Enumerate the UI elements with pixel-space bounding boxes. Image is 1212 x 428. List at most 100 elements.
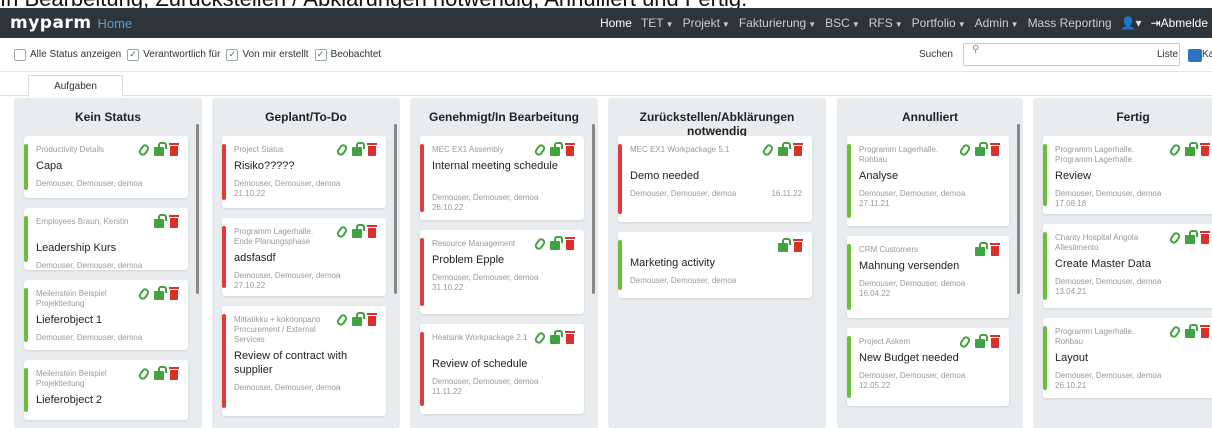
paperclip-icon[interactable] xyxy=(1168,324,1182,340)
paperclip-icon[interactable] xyxy=(533,142,547,158)
paperclip-icon[interactable] xyxy=(958,334,972,350)
card-title[interactable]: Review xyxy=(1055,169,1205,183)
task-card[interactable]: Employees Braun, Kerstin Leadership Kurs D… xyxy=(24,208,188,270)
card-title[interactable]: Review of contract with supplier xyxy=(234,349,384,377)
trash-icon[interactable] xyxy=(169,215,179,228)
nav-item-portfolio[interactable]: Portfolio ▼ xyxy=(912,16,966,30)
tab-aufgaben[interactable]: Aufgaben xyxy=(28,75,123,97)
card-title[interactable]: Create Master Data xyxy=(1055,257,1205,271)
trash-icon[interactable] xyxy=(169,367,179,380)
paperclip-icon[interactable] xyxy=(761,142,775,158)
card-title[interactable]: Marketing activity xyxy=(630,256,780,270)
unlock-icon[interactable] xyxy=(154,286,167,300)
card-title[interactable]: Capa xyxy=(36,159,186,173)
unlock-icon[interactable] xyxy=(154,142,167,156)
task-card[interactable]: Meilenstein Beispiel Projektleitung Liefe… xyxy=(24,360,188,420)
nav-item-home[interactable]: Home xyxy=(600,16,632,30)
card-title[interactable]: Lieferobject 2 xyxy=(36,393,186,407)
trash-icon[interactable] xyxy=(793,143,803,156)
paperclip-icon[interactable] xyxy=(137,142,151,158)
trash-icon[interactable] xyxy=(1200,231,1210,244)
checkbox-observed[interactable]: ✓ xyxy=(314,48,327,61)
task-card[interactable]: Productivity Details Capa Demouser, Demous… xyxy=(24,136,188,198)
unlock-icon[interactable] xyxy=(778,238,791,252)
app-logo[interactable]: myparm xyxy=(0,13,92,33)
unlock-icon[interactable] xyxy=(550,236,563,250)
paperclip-icon[interactable] xyxy=(137,366,151,382)
card-title[interactable]: Analyse xyxy=(859,169,1009,183)
unlock-icon[interactable] xyxy=(154,214,167,228)
unlock-icon[interactable] xyxy=(352,312,365,326)
trash-icon[interactable] xyxy=(990,243,1000,256)
logout-button[interactable]: ⇥Abmelde xyxy=(1151,16,1208,30)
unlock-icon[interactable] xyxy=(352,142,365,156)
checkbox-created-by-me[interactable]: ✓ xyxy=(226,48,239,61)
task-card[interactable]: Programm Lagerhalle. Rohbau Layout Demouse… xyxy=(1043,318,1212,398)
column-scrollbar[interactable] xyxy=(394,124,397,294)
task-card[interactable]: Project Askem New Budget needed Demouser, … xyxy=(847,328,1009,406)
paperclip-icon[interactable] xyxy=(533,330,547,346)
task-card[interactable]: Charity Hospital Angola Allestimento Crea… xyxy=(1043,224,1212,308)
trash-icon[interactable] xyxy=(367,225,377,238)
task-card[interactable]: Marketing activity Demouser, Demouser, de… xyxy=(618,232,812,298)
nav-item-rfs[interactable]: RFS ▼ xyxy=(869,16,903,30)
card-title[interactable]: New Budget needed xyxy=(859,351,1009,365)
filter-created-by-me[interactable]: ✓ Von mir erstellt xyxy=(226,48,309,61)
task-card[interactable]: Programm Lagerhalle. Programm Lagerhalle… xyxy=(1043,136,1212,214)
card-title[interactable]: Demo needed xyxy=(630,169,780,183)
trash-icon[interactable] xyxy=(990,335,1000,348)
trash-icon[interactable] xyxy=(565,331,575,344)
trash-icon[interactable] xyxy=(169,287,179,300)
unlock-icon[interactable] xyxy=(1185,230,1198,244)
paperclip-icon[interactable] xyxy=(533,236,547,252)
paperclip-icon[interactable] xyxy=(137,286,151,302)
paperclip-icon[interactable] xyxy=(958,142,972,158)
trash-icon[interactable] xyxy=(367,313,377,326)
paperclip-icon[interactable] xyxy=(1168,142,1182,158)
filter-responsible[interactable]: ✓ Verantwortlich für xyxy=(127,48,220,61)
nav-item-tet[interactable]: TET ▼ xyxy=(641,16,674,30)
nav-item-bsc[interactable]: BSC ▼ xyxy=(825,16,860,30)
card-title[interactable]: Risiko????? xyxy=(234,159,384,173)
trash-icon[interactable] xyxy=(990,143,1000,156)
unlock-icon[interactable] xyxy=(154,366,167,380)
task-card[interactable]: Meilenstein Beispiel Projektleitung Liefe… xyxy=(24,280,188,350)
card-title[interactable]: Lieferobject 1 xyxy=(36,313,186,327)
trash-icon[interactable] xyxy=(565,143,575,156)
task-card[interactable]: MEC EX1 Workpackage 5.1 Demo needed Demous… xyxy=(618,136,812,222)
unlock-icon[interactable] xyxy=(975,142,988,156)
column-scrollbar[interactable] xyxy=(1017,124,1020,294)
unlock-icon[interactable] xyxy=(778,142,791,156)
nav-item-fakturierung[interactable]: Fakturierung ▼ xyxy=(739,16,816,30)
nav-item-projekt[interactable]: Projekt ▼ xyxy=(683,16,730,30)
unlock-icon[interactable] xyxy=(1185,142,1198,156)
task-card[interactable]: Resource Management Problem Epple Demouser… xyxy=(420,230,584,314)
paperclip-icon[interactable] xyxy=(335,312,349,328)
task-card[interactable]: Project Status Risiko????? Demouser, Demou… xyxy=(222,136,386,208)
unlock-icon[interactable] xyxy=(975,334,988,348)
task-card[interactable]: Mittatikku + kokoonpano Procurement / Ex… xyxy=(222,306,386,416)
task-card[interactable]: MEC EX1 Assembly Internal meeting schedul… xyxy=(420,136,584,220)
unlock-icon[interactable] xyxy=(1185,324,1198,338)
column-scrollbar[interactable] xyxy=(592,124,595,294)
task-card[interactable]: CRM Customers Mahnung versenden Demouser, … xyxy=(847,236,1009,318)
unlock-icon[interactable] xyxy=(975,242,988,256)
card-title[interactable]: Review of schedule xyxy=(432,357,582,371)
checkbox-all-status[interactable] xyxy=(14,48,26,61)
trash-icon[interactable] xyxy=(565,237,575,250)
paperclip-icon[interactable] xyxy=(335,224,349,240)
filter-observed[interactable]: ✓ Beobachtet xyxy=(314,48,381,61)
trash-icon[interactable] xyxy=(169,143,179,156)
task-card[interactable]: Programm Lagerhalle. Rohbau Analyse Demous… xyxy=(847,136,1009,226)
paperclip-icon[interactable] xyxy=(1168,230,1182,246)
trash-icon[interactable] xyxy=(1200,143,1210,156)
card-title[interactable]: Mahnung versenden xyxy=(859,259,1009,273)
unlock-icon[interactable] xyxy=(550,330,563,344)
unlock-icon[interactable] xyxy=(550,142,563,156)
user-icon[interactable]: 👤▾ xyxy=(1121,16,1142,30)
card-title[interactable]: adsfasdf xyxy=(234,251,384,265)
card-title[interactable]: Internal meeting schedule xyxy=(432,159,582,173)
card-title[interactable]: Problem Epple xyxy=(432,253,582,267)
trash-icon[interactable] xyxy=(367,143,377,156)
filter-all-status[interactable]: Alle Status anzeigen xyxy=(14,48,121,61)
